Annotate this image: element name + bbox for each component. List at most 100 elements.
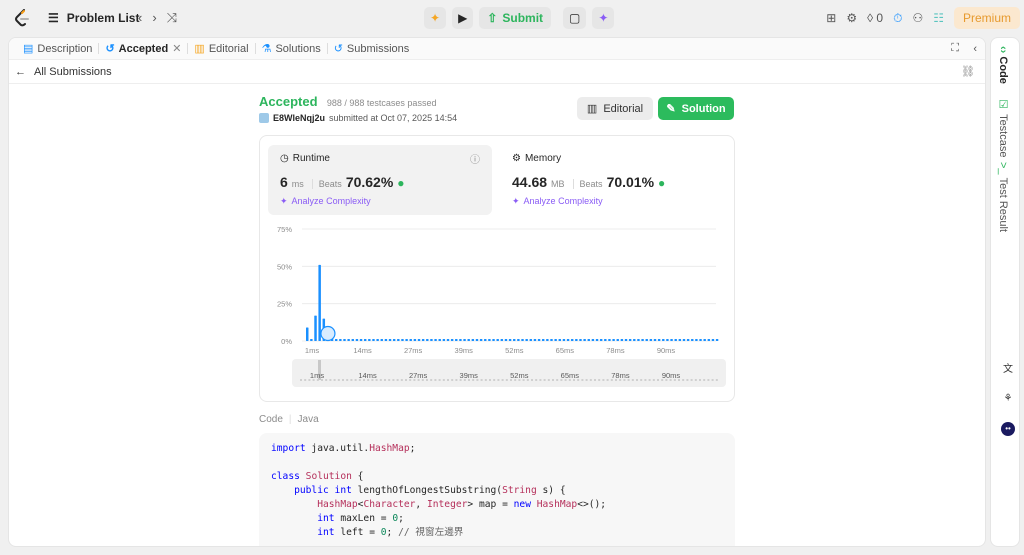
prev-problem-icon[interactable]: ‹ xyxy=(138,10,142,26)
timer-icon[interactable]: ⏱ xyxy=(893,11,902,26)
tab-solutions[interactable]: ⚗ Solutions xyxy=(256,42,327,56)
chart-bar xyxy=(442,339,446,341)
chart-bar xyxy=(554,339,557,341)
memory-metric[interactable]: ⚙ Memory 44.68 MB Beats 70.01% ● ✦ Analyze… xyxy=(500,145,724,215)
submit-button[interactable]: ⇧ Submit xyxy=(479,7,552,29)
username[interactable]: E8WleNqj2u xyxy=(273,113,325,123)
overview-bar xyxy=(606,379,609,381)
editorial-button[interactable]: ▥ Editorial xyxy=(577,97,653,120)
back-arrow-icon[interactable]: ← xyxy=(15,66,26,78)
overview-bar xyxy=(690,379,693,381)
chart-bar xyxy=(500,339,504,341)
overview-bar xyxy=(484,379,487,381)
rail-testcase-label: Testcase xyxy=(997,114,1009,158)
chart-bar xyxy=(546,339,549,341)
chart-bar xyxy=(699,339,702,341)
editorial-label: Editorial xyxy=(603,102,644,115)
overview-bar xyxy=(715,379,718,381)
overview-bar xyxy=(644,379,647,381)
analyze-complexity-link[interactable]: ✦ Analyze Complexity xyxy=(280,196,480,207)
chart-bar xyxy=(653,339,657,341)
avatar[interactable]: ☷ xyxy=(933,11,944,25)
chart-bar xyxy=(566,339,570,341)
tab-description[interactable]: ▤ Description xyxy=(17,42,98,56)
code-block[interactable]: import java.util.HashMap; class Solution… xyxy=(259,433,735,546)
overview-bar xyxy=(493,379,496,381)
chart-bar xyxy=(703,339,706,341)
link-icon[interactable]: ⛓ xyxy=(961,65,975,78)
next-problem-icon[interactable]: › xyxy=(152,10,156,26)
top-bar: ☰ Problem List ‹ › ⤨ ✦ ▶ ⇧ Submit ▢ ✦ ⊞ … xyxy=(0,0,1024,36)
chart-bar xyxy=(421,339,425,341)
overview-tick-label: 90ms xyxy=(662,371,681,380)
maximize-icon[interactable]: ⛶ xyxy=(951,42,959,55)
overview-bar xyxy=(552,379,554,381)
chart-bar xyxy=(517,339,520,341)
chart-bar xyxy=(475,339,479,341)
info-icon[interactable]: ⓘ xyxy=(470,151,480,166)
chart-bar xyxy=(314,315,317,341)
all-submissions-link[interactable]: All Submissions xyxy=(34,66,112,78)
run-button[interactable]: ▶ xyxy=(452,7,474,29)
premium-button[interactable]: Premium xyxy=(953,7,1020,29)
y-tick-label: 50% xyxy=(277,262,292,271)
problem-list-button[interactable]: ☰ Problem List xyxy=(48,11,139,25)
checkbox-icon: ☑ xyxy=(997,98,1009,111)
chart-bar xyxy=(707,339,711,341)
chart-bar xyxy=(496,339,499,341)
collapse-icon[interactable]: ‹ xyxy=(973,43,977,55)
debug-button[interactable]: ✦ xyxy=(424,7,447,29)
solution-button[interactable]: ✎ Solution xyxy=(658,97,734,120)
chart-bar xyxy=(306,327,309,341)
gear-icon[interactable]: ⚙ xyxy=(846,11,857,25)
overview-bar xyxy=(333,379,336,381)
beats-label: Beats xyxy=(572,179,603,189)
chart-bar xyxy=(388,339,392,341)
chart-bar xyxy=(533,339,537,341)
tab-testcase[interactable]: ☑ Testcase xyxy=(997,98,1010,157)
overview-bar xyxy=(379,379,382,381)
ai-button[interactable]: ✦ xyxy=(592,7,615,29)
overview-bar xyxy=(581,379,584,381)
submission-detail: Accepted 988 / 988 testcases passed E8Wl… xyxy=(259,94,735,546)
chart-bar xyxy=(463,339,466,341)
overview-bar xyxy=(711,379,714,381)
language-label: Java xyxy=(297,414,319,425)
overview-tick-label: 27ms xyxy=(409,371,428,380)
share-button[interactable]: ⚘ xyxy=(998,388,1018,408)
tab-submissions[interactable]: ↺ Submissions xyxy=(328,42,416,56)
chart-bar xyxy=(695,339,698,341)
translate-button[interactable]: 文 xyxy=(998,357,1018,377)
runtime-beats: 70.62% xyxy=(345,174,394,190)
layout-icon[interactable]: ⊞ xyxy=(826,11,836,25)
chart-bar xyxy=(380,339,384,341)
chart-bar xyxy=(376,339,379,341)
overview-tick-label: 78ms xyxy=(611,371,630,380)
tab-editorial[interactable]: ▥ Editorial xyxy=(188,42,254,56)
close-icon[interactable]: ✕ xyxy=(172,42,181,55)
runtime-metric[interactable]: ◷ Runtime ⓘ 6 ms Beats 70.62% ● ✦ Analyze C… xyxy=(268,145,492,215)
avatar[interactable] xyxy=(259,113,269,123)
chart-bar xyxy=(666,339,669,341)
tab-code[interactable]: ‹› Code xyxy=(997,46,1009,84)
chart-bar xyxy=(620,339,624,341)
shuffle-icon[interactable]: ⤨ xyxy=(167,10,177,26)
overview-tick-label: 1ms xyxy=(310,371,324,380)
overview-bar xyxy=(501,379,504,381)
analyze-complexity-link[interactable]: ✦ Analyze Complexity xyxy=(512,196,712,207)
streak-button[interactable]: ◊ 0 xyxy=(867,11,883,25)
chart-bar xyxy=(682,339,686,341)
chart-bar xyxy=(401,339,404,341)
tab-test-result[interactable]: >_ Test Result xyxy=(997,162,1009,232)
chart-bar xyxy=(608,339,611,341)
leetcode-logo-icon[interactable] xyxy=(14,9,30,27)
tab-accepted[interactable]: ↺ Accepted ✕ xyxy=(99,42,187,56)
runtime-distribution-chart[interactable]: 75% 50% 25% 0% 1ms 14ms 27ms 39ms 52ms 65ms 78ms 9… xyxy=(260,221,736,401)
overview-bar xyxy=(699,379,701,381)
book-icon: ▥ xyxy=(194,43,205,55)
notes-button[interactable]: ▢ xyxy=(563,7,587,29)
add-user-icon[interactable]: ⚇ xyxy=(912,11,923,25)
overview-bar xyxy=(300,379,302,381)
assistant-button[interactable]: •• xyxy=(998,419,1018,439)
streak-count: 0 xyxy=(876,11,884,25)
